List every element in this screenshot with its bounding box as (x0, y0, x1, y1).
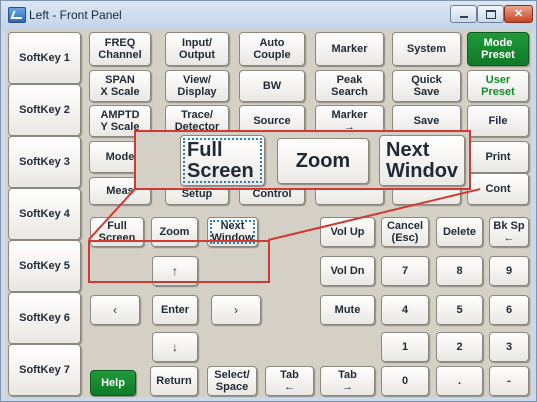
numpad-5[interactable]: 5 (436, 295, 483, 325)
backspace-key[interactable]: Bk Sp ← (489, 217, 529, 247)
view-display-key[interactable]: View/ Display (165, 70, 229, 102)
down-arrow-key[interactable]: ↓ (152, 332, 198, 362)
quick-save-key[interactable]: Quick Save (392, 70, 461, 102)
cancel-esc-key[interactable]: Cancel (Esc) (381, 217, 429, 247)
numpad-minus[interactable]: - (489, 366, 529, 396)
auto-couple-key[interactable]: Auto Couple (239, 32, 305, 66)
mute-key[interactable]: Mute (320, 295, 375, 325)
front-panel-window: Left - Front Panel SoftKey 1 SoftKey 2 S… (0, 0, 537, 402)
left-arrow-key[interactable]: ‹ (90, 295, 140, 325)
marker-key[interactable]: Marker (315, 32, 384, 66)
span-x-scale-key[interactable]: SPAN X Scale (89, 70, 151, 102)
numpad-7[interactable]: 7 (381, 256, 429, 286)
numpad-1[interactable]: 1 (381, 332, 429, 362)
numpad-6[interactable]: 6 (489, 295, 529, 325)
delete-key[interactable]: Delete (436, 217, 483, 247)
numpad-4[interactable]: 4 (381, 295, 429, 325)
app-icon (8, 7, 26, 23)
softkey-5[interactable]: SoftKey 5 (8, 240, 81, 292)
input-output-key[interactable]: Input/ Output (165, 32, 229, 66)
numpad-3[interactable]: 3 (489, 332, 529, 362)
print-key[interactable]: Print (467, 141, 529, 173)
file-key[interactable]: File (467, 105, 529, 137)
return-key[interactable]: Return (150, 366, 198, 396)
softkey-3[interactable]: SoftKey 3 (8, 136, 81, 188)
window-title: Left - Front Panel (29, 8, 122, 22)
tab-forward-key[interactable]: Tab → (320, 366, 375, 396)
minimize-button[interactable] (450, 5, 477, 23)
callout-zoom-box: Full Screen Zoom Next Windov (134, 130, 471, 190)
zoomed-next-window-key[interactable]: Next Windov (379, 135, 465, 186)
numpad-8[interactable]: 8 (436, 256, 483, 286)
select-space-key[interactable]: Select/ Space (207, 366, 257, 396)
softkey-4[interactable]: SoftKey 4 (8, 188, 81, 240)
title-bar[interactable]: Left - Front Panel (1, 1, 536, 29)
peak-search-key[interactable]: Peak Search (315, 70, 384, 102)
vol-dn-key[interactable]: Vol Dn (320, 256, 375, 286)
mode-preset-key[interactable]: Mode Preset (467, 32, 529, 66)
softkey-2[interactable]: SoftKey 2 (8, 84, 81, 136)
front-panel: SoftKey 1 SoftKey 2 SoftKey 3 SoftKey 4 … (6, 29, 531, 397)
user-preset-key[interactable]: User Preset (467, 70, 529, 102)
right-arrow-key[interactable]: › (211, 295, 261, 325)
system-key[interactable]: System (392, 32, 461, 66)
zoomed-zoom-key[interactable]: Zoom (277, 138, 369, 184)
softkey-7[interactable]: SoftKey 7 (8, 344, 81, 396)
maximize-button[interactable] (477, 5, 504, 23)
numpad-9[interactable]: 9 (489, 256, 529, 286)
softkey-1[interactable]: SoftKey 1 (8, 32, 81, 84)
zoomed-full-screen-key[interactable]: Full Screen (180, 135, 265, 186)
numpad-0[interactable]: 0 (381, 366, 429, 396)
callout-source-box (88, 240, 270, 283)
tab-back-key[interactable]: Tab ← (265, 366, 314, 396)
numpad-2[interactable]: 2 (436, 332, 483, 362)
close-button[interactable] (504, 5, 533, 23)
softkey-6[interactable]: SoftKey 6 (8, 292, 81, 344)
help-key[interactable]: Help (90, 370, 136, 396)
bw-key[interactable]: BW (239, 70, 305, 102)
enter-key[interactable]: Enter (152, 295, 198, 325)
numpad-decimal[interactable]: . (436, 366, 483, 396)
freq-channel-key[interactable]: FREQ Channel (89, 32, 151, 66)
